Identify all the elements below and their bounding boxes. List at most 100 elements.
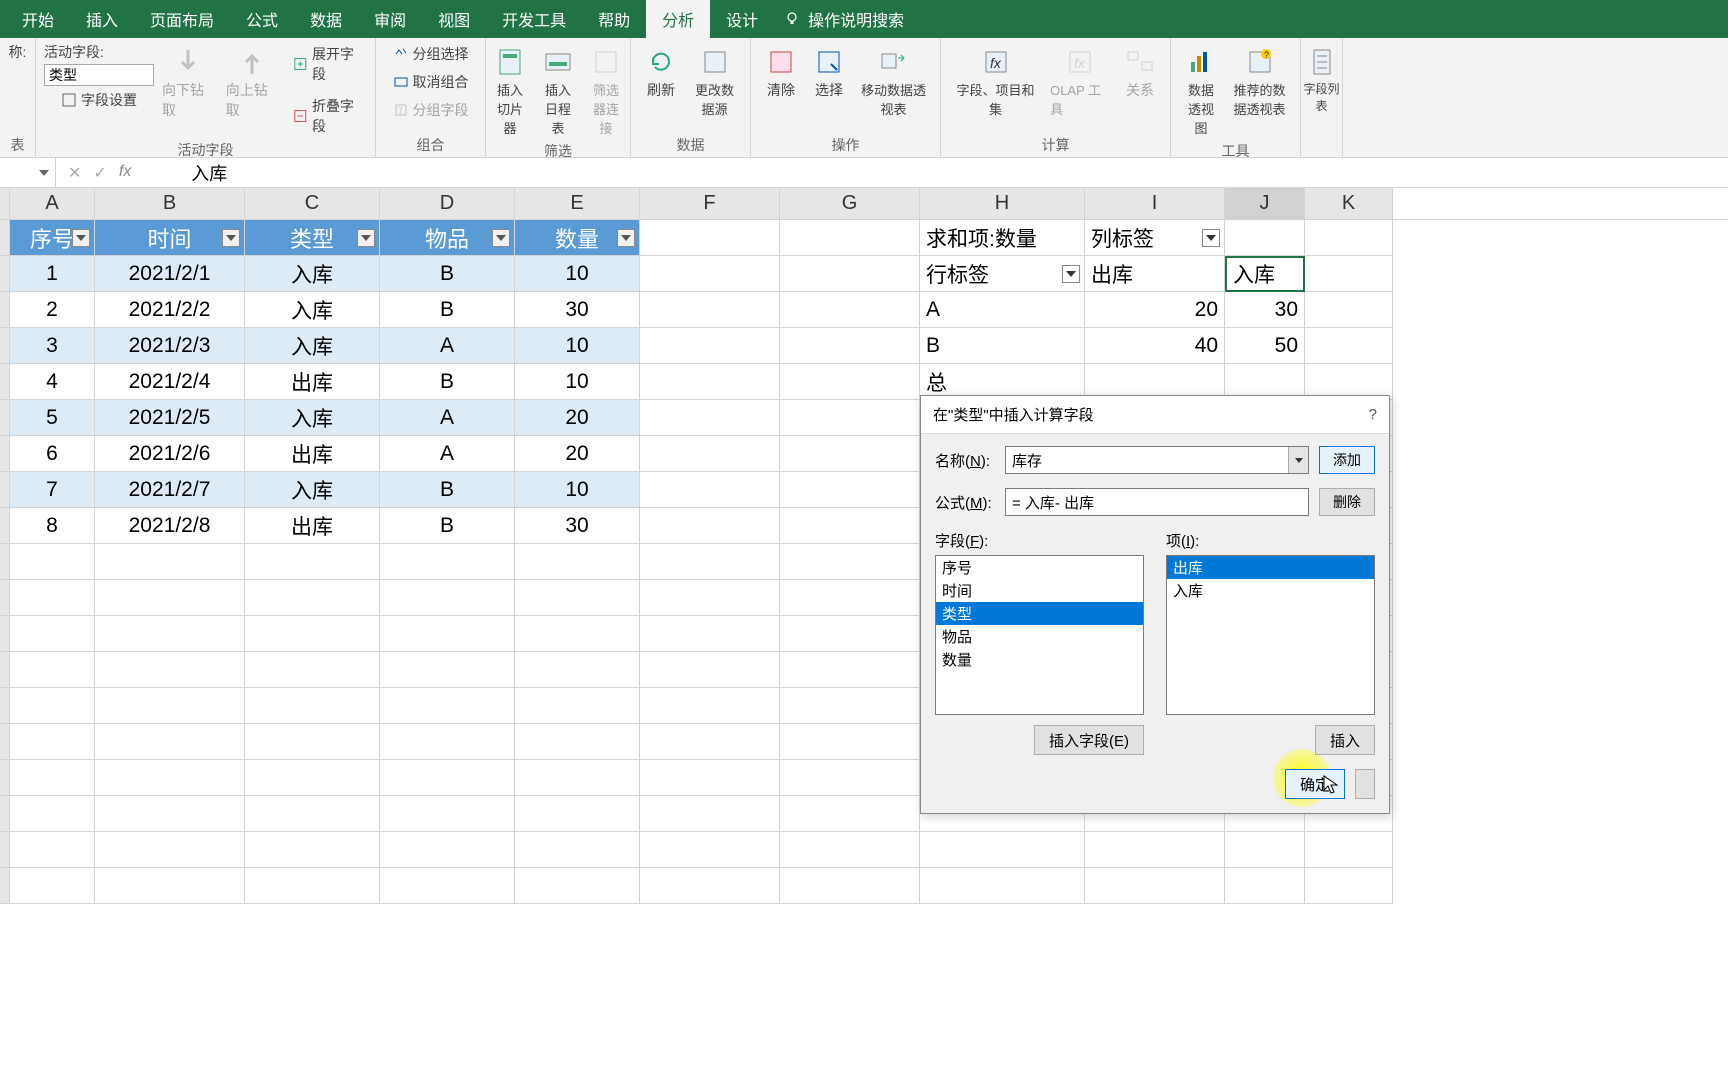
cell[interactable] <box>1305 868 1393 904</box>
list-item[interactable]: 类型 <box>936 602 1143 625</box>
cell[interactable]: B <box>380 364 515 400</box>
cell[interactable]: 10 <box>515 256 640 292</box>
cancel-button[interactable] <box>1355 769 1375 799</box>
cell[interactable] <box>10 724 95 760</box>
cell[interactable] <box>640 832 780 868</box>
cell[interactable]: 20 <box>1085 292 1225 328</box>
cell[interactable] <box>780 616 920 652</box>
pivot-col-in[interactable]: 入库 <box>1225 256 1305 292</box>
move-pivot-btn[interactable]: 移动数据透视表 <box>855 42 932 120</box>
cell[interactable] <box>515 580 640 616</box>
cell[interactable] <box>515 544 640 580</box>
cell[interactable]: A <box>380 328 515 364</box>
filter-icon[interactable] <box>222 229 240 247</box>
cell[interactable] <box>780 832 920 868</box>
cell[interactable]: 6 <box>10 436 95 472</box>
col-header-c[interactable]: C <box>245 188 380 219</box>
cell[interactable] <box>10 580 95 616</box>
cell[interactable]: 入库 <box>245 256 380 292</box>
tab-insert[interactable]: 插入 <box>70 0 134 40</box>
cell[interactable] <box>780 688 920 724</box>
cell[interactable] <box>780 868 920 904</box>
filter-icon[interactable] <box>357 229 375 247</box>
cell[interactable] <box>640 292 780 328</box>
cell[interactable] <box>380 580 515 616</box>
cell[interactable] <box>640 436 780 472</box>
fx-icon[interactable]: fx <box>119 163 131 183</box>
cell[interactable] <box>10 796 95 832</box>
cell[interactable]: 5 <box>10 400 95 436</box>
cell[interactable] <box>245 652 380 688</box>
col-header-h[interactable]: H <box>920 188 1085 219</box>
pivot-chart-btn[interactable]: 数据透视图 <box>1179 42 1223 139</box>
pivot-row-labels[interactable]: 行标签 <box>920 256 1085 292</box>
cell[interactable]: 2021/2/2 <box>95 292 245 328</box>
cell[interactable]: A <box>920 292 1085 328</box>
cell[interactable] <box>780 292 920 328</box>
insert-item-button[interactable]: 插入 <box>1315 725 1375 755</box>
cell[interactable] <box>380 760 515 796</box>
field-list-btn[interactable]: 字段列表 <box>1300 42 1344 116</box>
cell[interactable]: 2021/2/5 <box>95 400 245 436</box>
tab-help[interactable]: 帮助 <box>582 0 646 40</box>
cell[interactable]: B <box>380 292 515 328</box>
cell[interactable] <box>245 544 380 580</box>
cell[interactable] <box>95 832 245 868</box>
cell[interactable]: 30 <box>515 508 640 544</box>
cell[interactable] <box>95 868 245 904</box>
cell[interactable] <box>640 328 780 364</box>
cell[interactable] <box>780 400 920 436</box>
cell[interactable] <box>780 436 920 472</box>
cell[interactable]: 2021/2/8 <box>95 508 245 544</box>
filter-icon[interactable] <box>72 229 90 247</box>
cell[interactable] <box>780 256 920 292</box>
group-selection-btn[interactable]: 分组选择 <box>389 42 473 66</box>
cell[interactable]: 40 <box>1085 328 1225 364</box>
cell[interactable] <box>640 760 780 796</box>
cell[interactable] <box>780 328 920 364</box>
cell[interactable] <box>380 796 515 832</box>
cell[interactable] <box>515 796 640 832</box>
change-source-btn[interactable]: 更改数据源 <box>687 42 742 120</box>
cell[interactable] <box>380 832 515 868</box>
cell[interactable] <box>515 616 640 652</box>
name-box[interactable] <box>0 158 56 187</box>
cell[interactable] <box>1305 220 1393 256</box>
field-settings-btn[interactable]: 字段设置 <box>44 88 154 112</box>
cell[interactable] <box>640 616 780 652</box>
cell[interactable] <box>780 472 920 508</box>
col-header-e[interactable]: E <box>515 188 640 219</box>
table-header[interactable]: 数量 <box>515 220 640 256</box>
cell[interactable] <box>1305 256 1393 292</box>
cell[interactable] <box>10 760 95 796</box>
add-button[interactable]: 添加 <box>1319 446 1375 474</box>
cell[interactable] <box>245 724 380 760</box>
expand-field-btn[interactable]: 展开字段 <box>289 42 367 86</box>
list-item[interactable]: 入库 <box>1167 579 1374 602</box>
cell[interactable] <box>640 868 780 904</box>
list-item[interactable]: 物品 <box>936 625 1143 648</box>
accept-formula-icon[interactable]: ✓ <box>93 163 106 183</box>
collapse-field-btn[interactable]: 折叠字段 <box>289 94 367 138</box>
cell[interactable]: 50 <box>1225 328 1305 364</box>
table-header[interactable]: 时间 <box>95 220 245 256</box>
cell[interactable] <box>245 832 380 868</box>
filter-icon[interactable] <box>1062 265 1080 283</box>
cell[interactable] <box>95 544 245 580</box>
col-header-i[interactable]: I <box>1085 188 1225 219</box>
filter-icon[interactable] <box>1202 229 1220 247</box>
cell[interactable]: 2021/2/7 <box>95 472 245 508</box>
cell[interactable] <box>780 652 920 688</box>
cell[interactable]: 3 <box>10 328 95 364</box>
col-header-k[interactable]: K <box>1305 188 1393 219</box>
cell[interactable] <box>95 796 245 832</box>
insert-slicer-btn[interactable]: 插入切片器 <box>488 42 532 139</box>
cell[interactable] <box>245 580 380 616</box>
cell[interactable]: A <box>380 436 515 472</box>
tab-analyze[interactable]: 分析 <box>646 0 710 40</box>
cell[interactable] <box>95 580 245 616</box>
cell[interactable] <box>10 688 95 724</box>
cell[interactable] <box>245 760 380 796</box>
cell[interactable] <box>640 652 780 688</box>
cell[interactable]: A <box>380 400 515 436</box>
